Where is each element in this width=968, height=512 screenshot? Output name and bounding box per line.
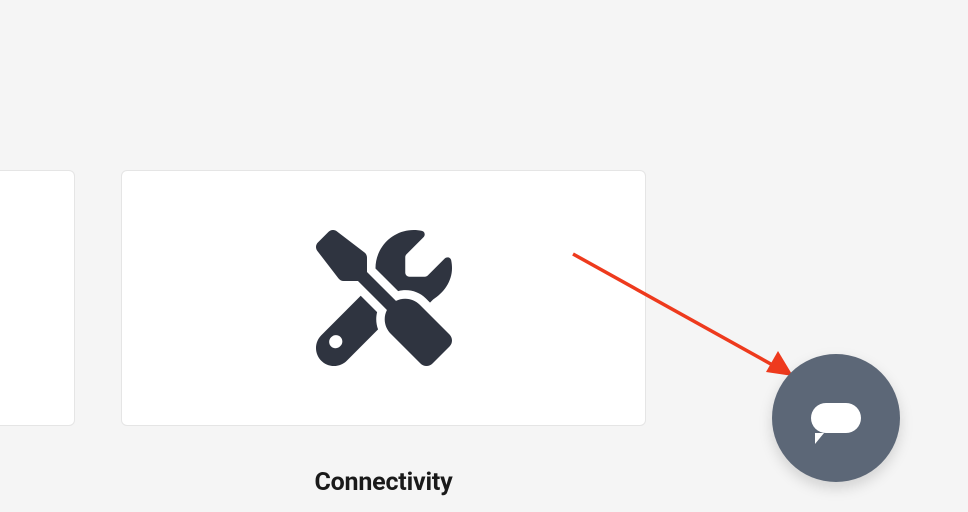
tools-icon xyxy=(316,230,452,366)
chat-icon xyxy=(811,403,861,433)
card-label-connectivity: Connectivity xyxy=(121,468,646,497)
chat-button[interactable] xyxy=(772,354,900,482)
connectivity-card[interactable] xyxy=(121,170,646,426)
adjacent-card-partial[interactable] xyxy=(0,170,75,426)
